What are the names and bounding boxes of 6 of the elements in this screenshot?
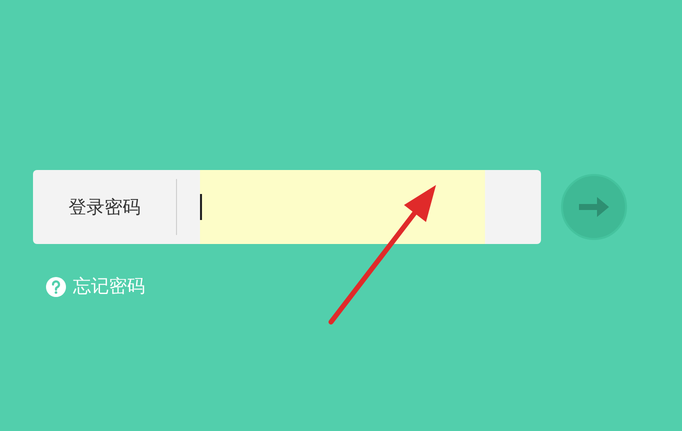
input-area[interactable] — [200, 170, 485, 244]
arrow-right-icon — [577, 195, 611, 219]
text-caret — [200, 194, 202, 220]
password-field[interactable]: 登录密码 — [33, 170, 541, 244]
field-label: 登录密码 — [68, 196, 142, 220]
help-icon — [45, 276, 67, 298]
